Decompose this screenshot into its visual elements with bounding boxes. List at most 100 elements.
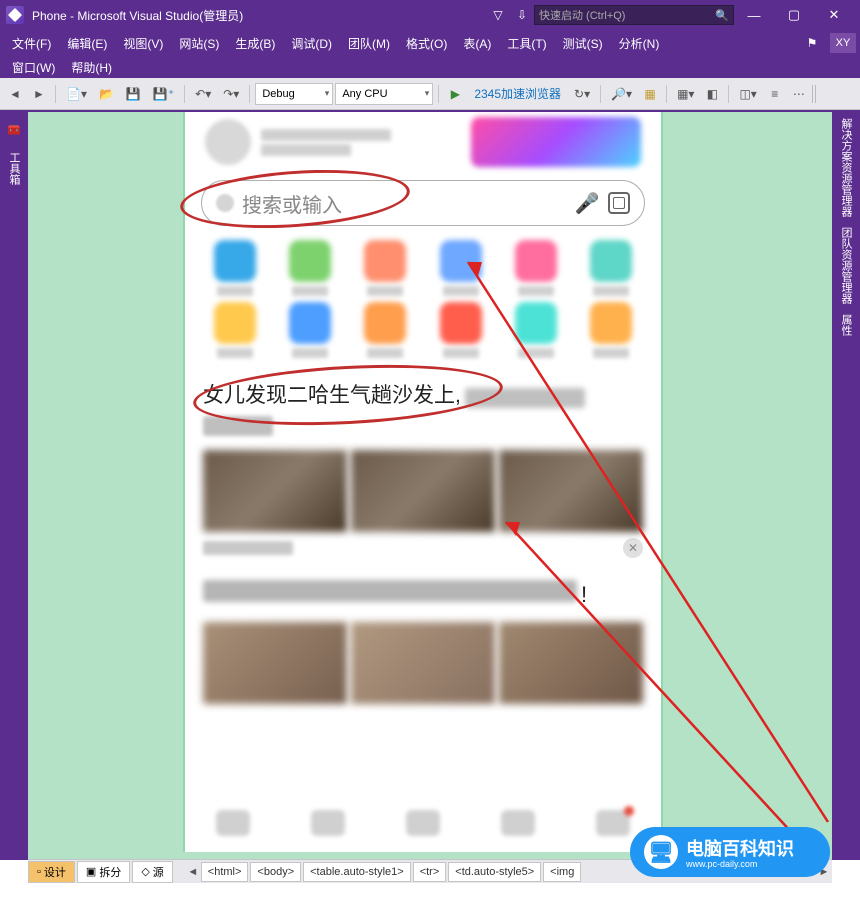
app-shortcut[interactable]	[590, 302, 632, 358]
news-headline-2: !	[203, 580, 643, 608]
app-shortcut[interactable]	[214, 302, 256, 358]
redo-button[interactable]: ↷▾	[218, 83, 244, 105]
thumbnail	[203, 622, 347, 704]
layer-button[interactable]: ◧	[701, 83, 723, 105]
mic-icon[interactable]: 🎤	[574, 190, 600, 216]
quick-launch-input[interactable]: 快速启动 (Ctrl+Q) 🔍	[534, 5, 734, 25]
app-shortcut[interactable]	[289, 302, 331, 358]
properties-tab[interactable]: 属性	[838, 314, 854, 336]
nav-icon[interactable]	[406, 810, 440, 836]
team-explorer-tab[interactable]: 团队资源管理器	[838, 227, 854, 304]
crumb-tr[interactable]: <tr>	[413, 862, 447, 882]
menu-build[interactable]: 生成(B)	[227, 32, 283, 55]
open-file-button[interactable]: 📂	[94, 83, 119, 105]
app-shortcut[interactable]	[364, 240, 406, 296]
nav-icon[interactable]	[501, 810, 535, 836]
crumb-body[interactable]: <body>	[250, 862, 301, 882]
download-icon[interactable]: ⇩	[513, 6, 531, 24]
blurred-text-line	[261, 129, 391, 141]
menu-tools[interactable]: 工具(T)	[499, 32, 554, 55]
platform-dropdown[interactable]: Any CPU	[335, 83, 433, 105]
app-shortcut[interactable]	[289, 240, 331, 296]
crumb-img[interactable]: <img	[543, 862, 581, 882]
app-icon	[289, 302, 331, 344]
save-all-button[interactable]: 💾⁺	[148, 83, 179, 105]
account-badge[interactable]: XY	[830, 33, 856, 53]
menu-format[interactable]: 格式(O)	[398, 32, 455, 55]
maximize-button[interactable]: ▢	[774, 0, 814, 30]
app-shortcut[interactable]	[515, 302, 557, 358]
menu-bar-2: 窗口(W) 帮助(H)	[0, 56, 860, 78]
app-label-blurred	[367, 286, 403, 296]
menu-file[interactable]: 文件(F)	[4, 32, 59, 55]
nav-fwd-button[interactable]: ►	[28, 83, 50, 105]
nav-icon[interactable]	[216, 810, 250, 836]
view-source-tab[interactable]: ◇ 源	[132, 861, 172, 883]
new-project-button[interactable]: 📄▾	[61, 83, 92, 105]
blurred-caption	[203, 541, 293, 555]
app-label-blurred	[593, 286, 629, 296]
menu-team[interactable]: 团队(M)	[340, 32, 398, 55]
menu-help[interactable]: 帮助(H)	[63, 56, 120, 79]
app-shortcut[interactable]	[440, 240, 482, 296]
view-split-tab[interactable]: ▣ 拆分	[77, 861, 130, 883]
app-label-blurred	[518, 286, 554, 296]
menu-edit[interactable]: 编辑(E)	[59, 32, 115, 55]
app-shortcut[interactable]	[214, 240, 256, 296]
more-button[interactable]: ⋯	[788, 83, 810, 105]
headline-text: 女儿发现二哈生气趟沙发上,	[203, 384, 461, 407]
minimize-button[interactable]: —	[734, 0, 774, 30]
close-button[interactable]: ✕	[814, 0, 854, 30]
app-shortcut[interactable]	[590, 240, 632, 296]
nav-icon[interactable]	[311, 810, 345, 836]
thumbnail	[351, 622, 495, 704]
app-label-blurred	[217, 348, 253, 358]
phone-search-box[interactable]: 搜索或输入 🎤	[201, 180, 645, 226]
menu-window[interactable]: 窗口(W)	[4, 56, 63, 79]
save-button[interactable]: 💾	[121, 83, 146, 105]
menu-test[interactable]: 测试(S)	[555, 32, 611, 55]
app-icon	[440, 240, 482, 282]
toolbox-icon[interactable]: 🧰	[3, 118, 25, 140]
title-bar: Phone - Microsoft Visual Studio(管理员) ▽ ⇩…	[0, 0, 860, 30]
app-shortcut[interactable]	[440, 302, 482, 358]
crumb-table[interactable]: <table.auto-style1>	[303, 862, 411, 882]
browser-refresh-button[interactable]: ↻▾	[569, 83, 595, 105]
watermark-title: 电脑百科知识	[686, 835, 794, 861]
scan-icon[interactable]	[608, 192, 630, 214]
app-label-blurred	[367, 348, 403, 358]
view-design-tab[interactable]: ▫ 设计	[28, 861, 75, 883]
run-button[interactable]: ▶	[444, 83, 466, 105]
crumb-td[interactable]: <td.auto-style5>	[448, 862, 541, 882]
menu-table[interactable]: 表(A)	[455, 32, 499, 55]
nav-back-button[interactable]: ◄	[4, 83, 26, 105]
component-button[interactable]: ◫▾	[734, 83, 761, 105]
solution-explorer-tab[interactable]: 解决方案资源管理器	[838, 118, 854, 217]
toolbox-label[interactable]: 工具箱	[6, 152, 22, 185]
app-shortcut[interactable]	[364, 302, 406, 358]
grid-button[interactable]: ▦▾	[672, 83, 699, 105]
menu-analyze[interactable]: 分析(N)	[611, 32, 668, 55]
crumb-html[interactable]: <html>	[201, 862, 249, 882]
new-item-button[interactable]: ▦	[639, 83, 661, 105]
menu-website[interactable]: 网站(S)	[171, 32, 227, 55]
right-tool-rail: 解决方案资源管理器 团队资源管理器 属性	[832, 112, 860, 860]
undo-button[interactable]: ↶▾	[190, 83, 216, 105]
promo-banner	[471, 117, 641, 167]
crumb-prev-button[interactable]: ◄	[185, 862, 201, 882]
app-shortcut[interactable]	[515, 240, 557, 296]
menu-debug[interactable]: 调试(D)	[283, 32, 340, 55]
find-button[interactable]: 🔎▾	[606, 83, 637, 105]
site-watermark: 🖥 电脑百科知识 www.pc-daily.com	[630, 827, 830, 877]
run-target-label[interactable]: 2345加速浏览器	[468, 85, 567, 102]
config-dropdown[interactable]: Debug	[255, 83, 333, 105]
design-surface[interactable]: 搜索或输入 🎤 女儿发现二哈生气趟沙发上, ✕ !	[28, 112, 832, 860]
dismiss-icon[interactable]: ✕	[623, 538, 643, 558]
thumbnail	[203, 450, 347, 532]
notification-icon[interactable]: ⚑	[800, 33, 824, 53]
filter-icon[interactable]: ▽	[489, 6, 507, 24]
nav-icon[interactable]	[596, 810, 630, 836]
app-label-blurred	[292, 286, 328, 296]
align-button[interactable]: ≡	[764, 83, 786, 105]
menu-view[interactable]: 视图(V)	[115, 32, 171, 55]
